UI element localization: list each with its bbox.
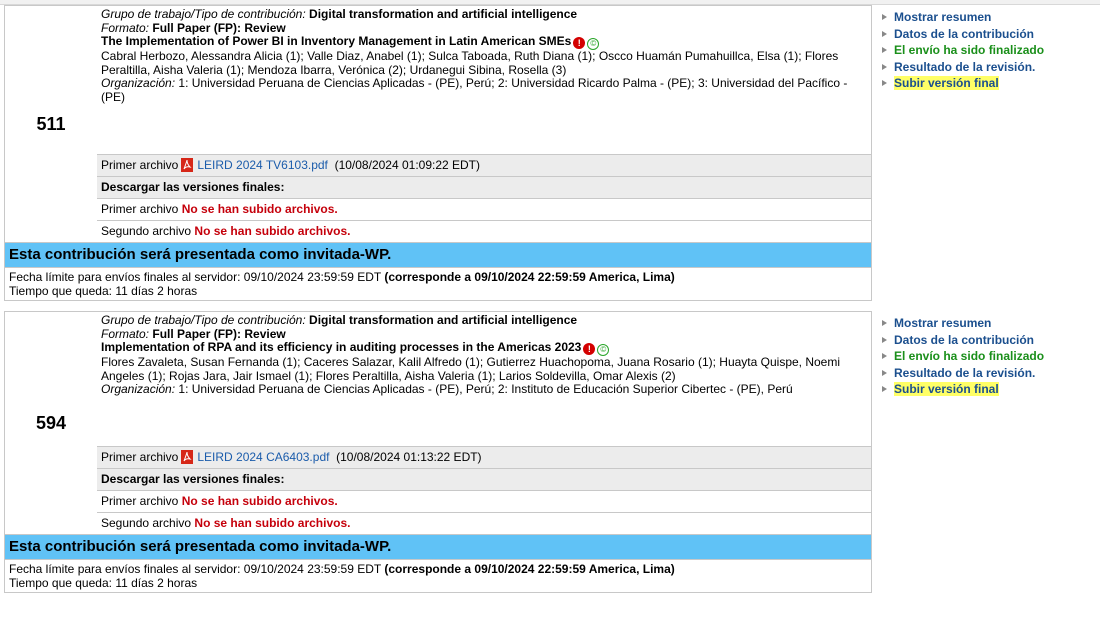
review-result-link[interactable]: Resultado de la revisión. bbox=[880, 59, 1044, 76]
no-files-message: No se han subido archivos. bbox=[194, 224, 351, 238]
final-first-file-label: Primer archivo bbox=[101, 494, 179, 508]
time-left-label: Tiempo que queda: bbox=[9, 576, 112, 590]
triangle-bullet-icon bbox=[882, 14, 887, 20]
authors-list: Cabral Herbozo, Alessandra Alicia (1); V… bbox=[101, 49, 839, 77]
triangle-bullet-icon bbox=[882, 386, 887, 392]
submission-info: Grupo de trabajo/Tipo de contribución: D… bbox=[97, 312, 871, 446]
triangle-bullet-icon bbox=[882, 63, 887, 70]
deadline-local: (corresponde a 09/10/2024 22:59:59 Ameri… bbox=[384, 270, 675, 284]
triangle-bullet-icon bbox=[882, 47, 887, 53]
review-result-link[interactable]: Resultado de la revisión. bbox=[880, 365, 1044, 382]
download-finals-row: Descargar las versiones finales: bbox=[97, 468, 871, 490]
download-finals-label: Descargar las versiones finales: bbox=[101, 472, 285, 486]
triangle-bullet-icon bbox=[882, 30, 887, 37]
deadline-value: 09/10/2024 23:59:59 EDT bbox=[243, 562, 382, 576]
submission-data-link[interactable]: Datos de la contribución bbox=[880, 26, 1044, 43]
time-left-value: 11 días 2 horas bbox=[115, 284, 198, 298]
exclamation-icon[interactable]: ! bbox=[573, 37, 586, 49]
file-link[interactable]: LEIRD 2024 TV6103.pdf bbox=[197, 158, 328, 172]
group-label: Grupo de trabajo/Tipo de contribución: bbox=[101, 7, 306, 21]
deadline-value: 09/10/2024 23:59:59 EDT bbox=[243, 270, 382, 284]
show-abstract-link[interactable]: Mostrar resumen bbox=[880, 315, 1044, 332]
file-date: (10/08/2024 01:13:22 EDT) bbox=[336, 450, 482, 464]
triangle-bullet-icon bbox=[882, 336, 887, 343]
submission-info: Grupo de trabajo/Tipo de contribución: D… bbox=[97, 6, 871, 154]
exclamation-icon[interactable]: ! bbox=[583, 343, 596, 355]
triangle-bullet-icon bbox=[882, 320, 887, 326]
pdf-icon bbox=[181, 450, 194, 464]
pdf-icon bbox=[181, 158, 194, 172]
invited-banner: Esta contribución será presentada como i… bbox=[5, 534, 871, 559]
deadline-label: Fecha límite para envíos finales al serv… bbox=[9, 562, 241, 576]
no-files-message: No se han subido archivos. bbox=[181, 494, 338, 508]
final-second-file-row: Segundo archivo No se han subido archivo… bbox=[97, 512, 871, 534]
first-file-label: Primer archivo bbox=[101, 450, 179, 464]
deadline-block: Fecha límite para envíos finales al serv… bbox=[5, 559, 871, 592]
group-value: Digital transformation and artificial in… bbox=[309, 7, 578, 21]
final-second-file-label: Segundo archivo bbox=[101, 224, 192, 238]
final-first-file-row: Primer archivo No se han subido archivos… bbox=[97, 198, 871, 220]
submission-card: 594 Grupo de trabajo/Tipo de contribució… bbox=[4, 311, 872, 593]
final-second-file-label: Segundo archivo bbox=[101, 516, 192, 530]
time-left-label: Tiempo que queda: bbox=[9, 284, 112, 298]
organization-value: 1: Universidad Peruana de Ciencias Aplic… bbox=[178, 382, 793, 396]
deadline-label: Fecha límite para envíos finales al serv… bbox=[9, 270, 241, 284]
submission-number: 511 bbox=[36, 113, 66, 134]
submission-card: 511 Grupo de trabajo/Tipo de contribució… bbox=[4, 5, 872, 301]
submission-finalized-status[interactable]: El envío ha sido finalizado bbox=[880, 348, 1044, 365]
triangle-bullet-icon bbox=[882, 369, 887, 376]
time-left-value: 11 días 2 horas bbox=[115, 576, 198, 590]
final-first-file-label: Primer archivo bbox=[101, 202, 179, 216]
submission-finalized-status[interactable]: El envío ha sido finalizado bbox=[880, 42, 1044, 59]
submission-entry: 511 Grupo de trabajo/Tipo de contribució… bbox=[4, 5, 1096, 301]
actions-menu: Mostrar resumen Datos de la contribución… bbox=[880, 9, 1044, 92]
authors-list: Flores Zavaleta, Susan Fernanda (1); Cac… bbox=[101, 355, 841, 383]
download-finals-row: Descargar las versiones finales: bbox=[97, 176, 871, 198]
deadline-block: Fecha límite para envíos finales al serv… bbox=[5, 267, 871, 300]
group-value: Digital transformation and artificial in… bbox=[309, 313, 578, 327]
invited-banner: Esta contribución será presentada como i… bbox=[5, 242, 871, 267]
format-value: Full Paper (FP): Review bbox=[152, 20, 286, 35]
submission-entry: 594 Grupo de trabajo/Tipo de contribució… bbox=[4, 311, 1096, 593]
organization-value: 1: Universidad Peruana de Ciencias Aplic… bbox=[101, 76, 848, 104]
show-abstract-link[interactable]: Mostrar resumen bbox=[880, 9, 1044, 26]
upload-final-version-link[interactable]: Subir versión final bbox=[880, 75, 1044, 92]
upload-final-version-link[interactable]: Subir versión final bbox=[880, 381, 1044, 398]
paper-title: The Implementation of Power BI in Invent… bbox=[101, 34, 572, 48]
no-files-message: No se han subido archivos. bbox=[181, 202, 338, 216]
format-label: Formato: bbox=[101, 20, 150, 35]
first-file-row: Primer archivo LEIRD 2024 TV6103.pdf (10/… bbox=[97, 154, 871, 176]
no-files-message: No se han subido archivos. bbox=[194, 516, 351, 530]
final-second-file-row: Segundo archivo No se han subido archivo… bbox=[97, 220, 871, 242]
first-file-row: Primer archivo LEIRD 2024 CA6403.pdf (10/… bbox=[97, 446, 871, 468]
download-finals-label: Descargar las versiones finales: bbox=[101, 180, 285, 194]
submission-data-link[interactable]: Datos de la contribución bbox=[880, 332, 1044, 349]
triangle-bullet-icon bbox=[882, 80, 887, 86]
triangle-bullet-icon bbox=[882, 353, 887, 359]
format-label: Formato: bbox=[101, 326, 150, 341]
first-file-label: Primer archivo bbox=[101, 158, 179, 172]
actions-menu: Mostrar resumen Datos de la contribución… bbox=[880, 315, 1044, 398]
organization-label: Organización: bbox=[101, 76, 176, 90]
paper-title: Implementation of RPA and its efficiency… bbox=[101, 340, 582, 354]
file-link[interactable]: LEIRD 2024 CA6403.pdf bbox=[197, 450, 329, 464]
final-first-file-row: Primer archivo No se han subido archivos… bbox=[97, 490, 871, 512]
group-label: Grupo de trabajo/Tipo de contribución: bbox=[101, 313, 306, 327]
submission-number: 594 bbox=[35, 412, 67, 433]
file-date: (10/08/2024 01:09:22 EDT) bbox=[334, 158, 481, 172]
deadline-local: (corresponde a 09/10/2024 22:59:59 Ameri… bbox=[384, 562, 675, 576]
format-value: Full Paper (FP): Review bbox=[152, 326, 286, 341]
organization-label: Organización: bbox=[101, 382, 176, 396]
